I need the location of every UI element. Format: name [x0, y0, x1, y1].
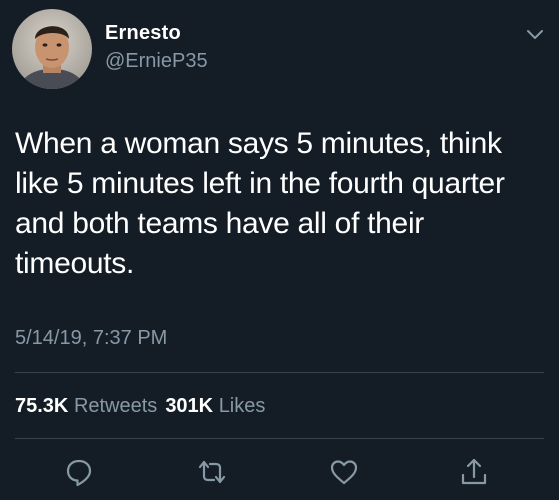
display-name[interactable]: Ernesto: [105, 22, 181, 45]
retweets-label: Retweets: [73, 395, 158, 417]
tweet-card: Ernesto @ErnieP35 When a woman says 5 mi…: [0, 0, 559, 500]
retweets-count: 75.3K: [15, 395, 69, 417]
reply-icon[interactable]: [63, 456, 95, 488]
divider: [15, 372, 544, 373]
tweet-text: When a woman says 5 minutes, think like …: [15, 124, 545, 284]
likes-stat[interactable]: 301K Likes: [165, 395, 265, 417]
tweet-text-line: When a woman says 5 minutes, think: [15, 127, 502, 160]
share-icon[interactable]: [458, 456, 490, 488]
timestamp[interactable]: 5/14/19, 7:37 PM: [15, 327, 167, 350]
avatar[interactable]: [12, 9, 92, 89]
retweets-stat[interactable]: 75.3K Retweets: [15, 395, 157, 417]
user-handle[interactable]: @ErnieP35: [105, 50, 208, 73]
retweet-icon[interactable]: [196, 456, 228, 488]
tweet-text-line: like 5 minutes left in the fourth quarte…: [15, 167, 505, 200]
likes-label: Likes: [218, 395, 266, 417]
tweet-text-line: timeouts.: [15, 247, 135, 280]
avatar-image: [12, 9, 92, 89]
tweet-text-line: and both teams have all of their: [15, 207, 424, 240]
heart-icon[interactable]: [328, 456, 360, 488]
divider: [15, 438, 544, 439]
chevron-down-icon[interactable]: [525, 27, 545, 43]
engagement-stats: 75.3K Retweets 301K Likes: [15, 395, 265, 418]
likes-count: 301K: [165, 395, 214, 417]
